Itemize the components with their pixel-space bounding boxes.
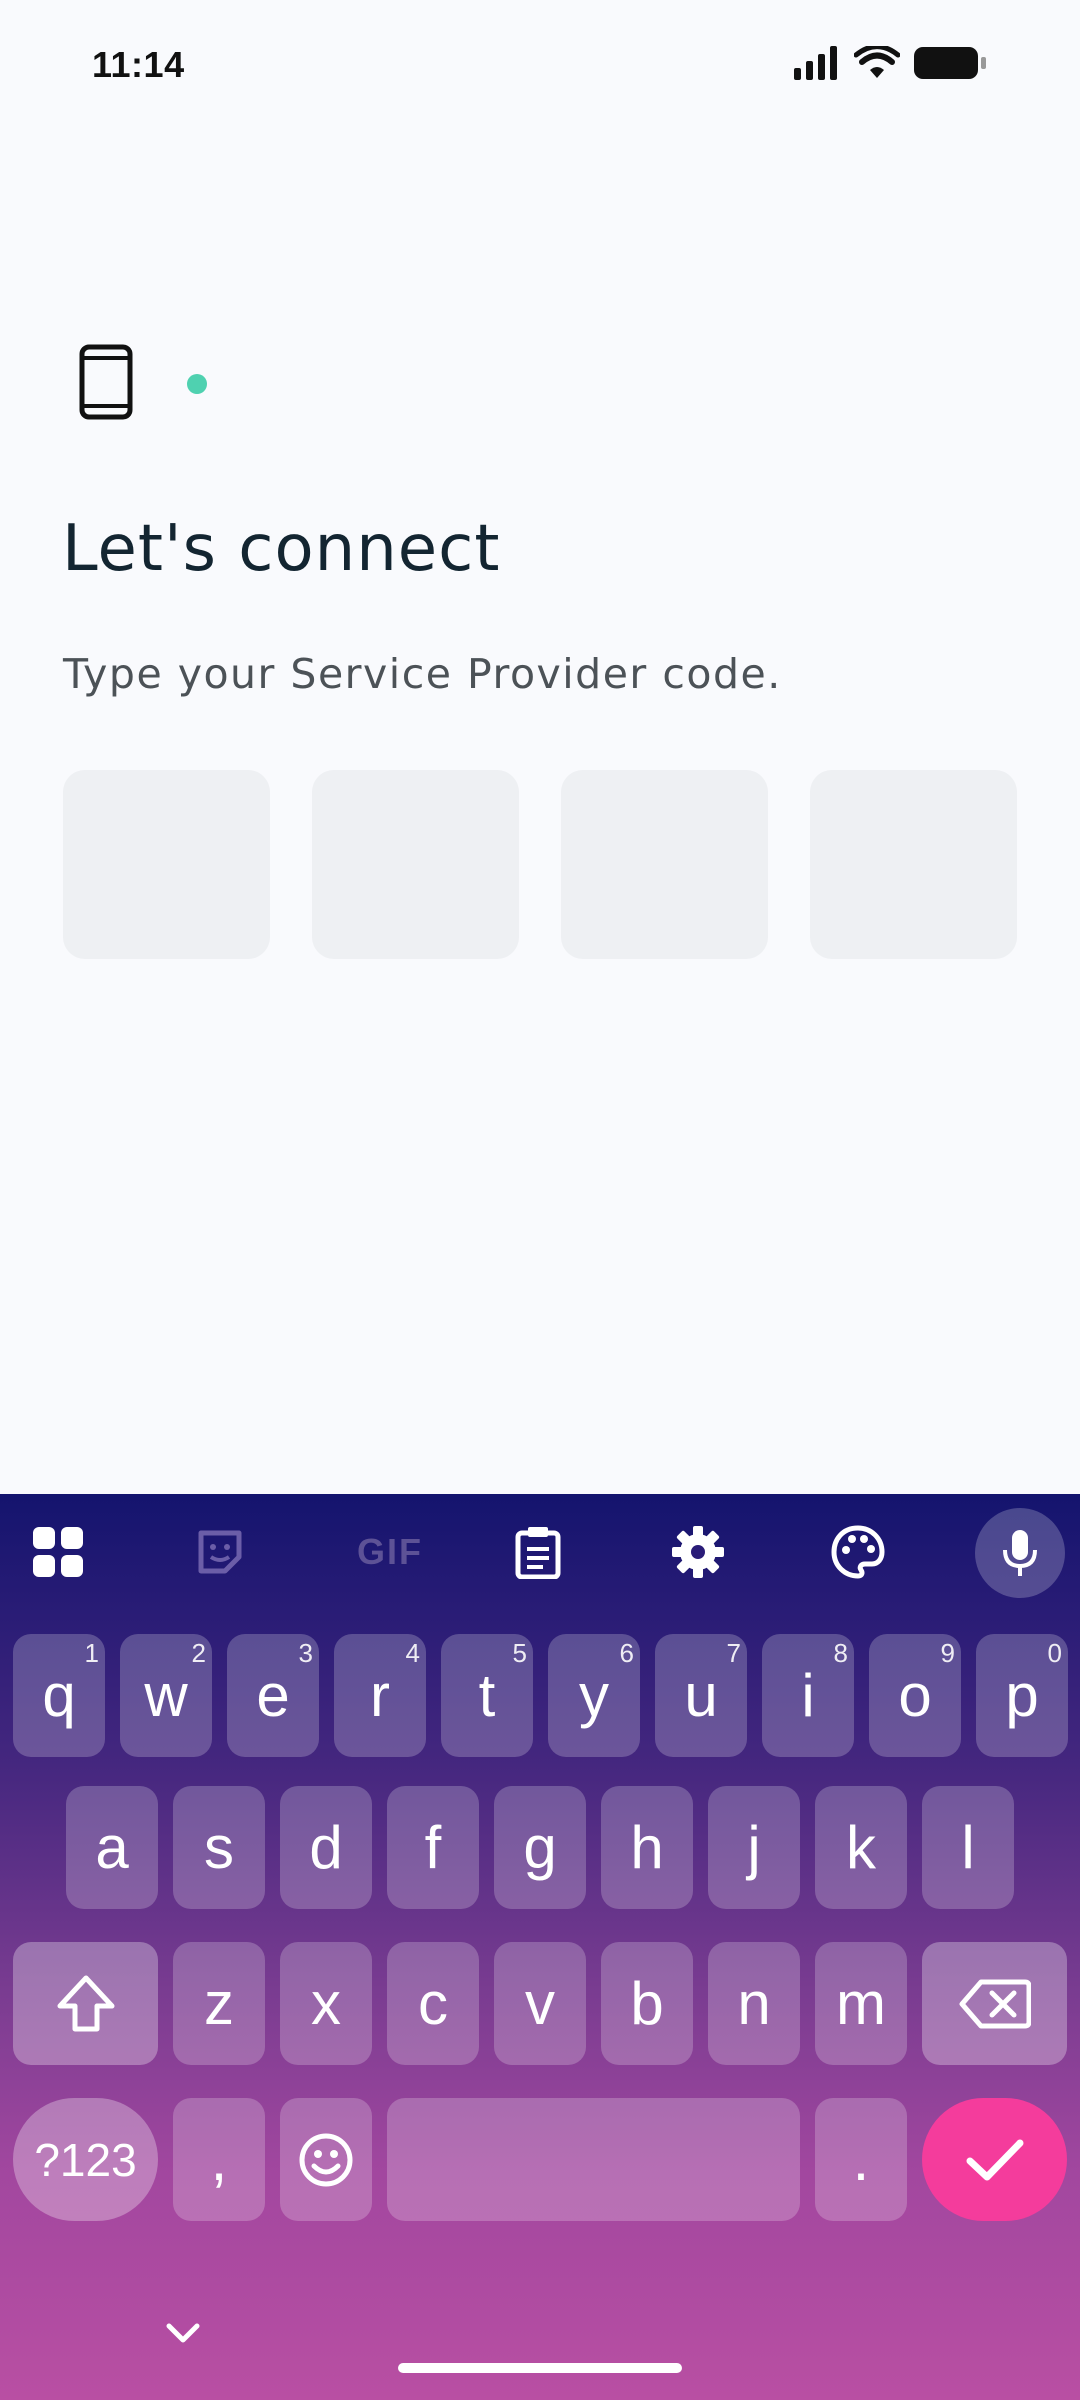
- code-digit-1[interactable]: [63, 770, 270, 959]
- symbols-key[interactable]: ?123: [13, 2098, 158, 2221]
- status-time: 11:14: [92, 44, 185, 85]
- key-q[interactable]: q1: [13, 1634, 105, 1757]
- key-c[interactable]: c: [387, 1942, 479, 2065]
- soft-keyboard: GIF q 1 w 2 e 3 r 4 t 5 y 6 u 7 i 8 o 9 …: [0, 1494, 1080, 2400]
- key-label: i: [801, 1662, 815, 1729]
- period-key[interactable]: .: [815, 2098, 907, 2221]
- gif-icon[interactable]: GIF: [340, 1512, 440, 1592]
- key-hint: 9: [940, 1638, 955, 1668]
- key-label: u: [684, 1662, 718, 1729]
- key-m[interactable]: m: [815, 1942, 907, 2065]
- key-hint: 2: [191, 1638, 206, 1668]
- page-title: Let's connect: [62, 512, 501, 586]
- key-a[interactable]: a: [66, 1786, 158, 1909]
- checkmark-icon: [966, 2139, 1023, 2180]
- key-label: p: [1005, 1662, 1039, 1729]
- key-label: t: [478, 1662, 496, 1729]
- gif-label: GIF: [357, 1531, 423, 1572]
- key-s[interactable]: s: [173, 1786, 265, 1909]
- key-y[interactable]: y6: [548, 1634, 640, 1757]
- shift-key[interactable]: [13, 1942, 158, 2065]
- key-x[interactable]: x: [280, 1942, 372, 2065]
- key-hint: 1: [84, 1638, 99, 1668]
- key-label: r: [370, 1662, 390, 1729]
- key-label: q: [42, 1662, 76, 1729]
- gear-icon[interactable]: [658, 1512, 738, 1592]
- key-r[interactable]: r4: [334, 1634, 426, 1757]
- key-p[interactable]: p0: [976, 1634, 1068, 1757]
- status-dot: [187, 374, 207, 394]
- key-hint: 7: [726, 1638, 741, 1668]
- backspace-key[interactable]: [922, 1942, 1067, 2065]
- keyboard-hide-chevron-icon[interactable]: [164, 2318, 202, 2348]
- keyboard-toolbar: GIF: [0, 1494, 1080, 1612]
- key-b[interactable]: b: [601, 1942, 693, 2065]
- code-digit-4[interactable]: [810, 770, 1017, 959]
- code-input-row: [63, 770, 1017, 959]
- key-u[interactable]: u7: [655, 1634, 747, 1757]
- key-l[interactable]: l: [922, 1786, 1014, 1909]
- key-label: y: [579, 1662, 609, 1729]
- key-n[interactable]: n: [708, 1942, 800, 2065]
- key-d[interactable]: d: [280, 1786, 372, 1909]
- code-digit-3[interactable]: [561, 770, 768, 959]
- wifi-icon: [854, 46, 900, 78]
- key-k[interactable]: k: [815, 1786, 907, 1909]
- key-label: e: [256, 1662, 290, 1729]
- key-h[interactable]: h: [601, 1786, 693, 1909]
- battery-icon: [914, 47, 986, 79]
- key-hint: 3: [298, 1638, 313, 1668]
- space-key[interactable]: [387, 2098, 800, 2221]
- clipboard-icon[interactable]: [498, 1512, 578, 1592]
- cellular-signal-icon: [794, 46, 837, 80]
- key-f[interactable]: f: [387, 1786, 479, 1909]
- key-e[interactable]: e3: [227, 1634, 319, 1757]
- key-hint: 8: [833, 1638, 848, 1668]
- palette-icon[interactable]: [818, 1512, 898, 1592]
- emoji-key[interactable]: [280, 2098, 372, 2221]
- apps-grid-icon[interactable]: [18, 1512, 98, 1592]
- backspace-icon: [959, 1979, 1031, 2028]
- key-j[interactable]: j: [708, 1786, 800, 1909]
- page-subtitle: Type your Service Provider code.: [63, 650, 782, 698]
- key-z[interactable]: z: [173, 1942, 265, 2065]
- status-bar: 11:14: [0, 0, 1080, 140]
- key-v[interactable]: v: [494, 1942, 586, 2065]
- key-hint: 4: [405, 1638, 420, 1668]
- key-o[interactable]: o9: [869, 1634, 961, 1757]
- status-icons: [794, 46, 988, 80]
- code-digit-2[interactable]: [312, 770, 519, 959]
- key-w[interactable]: w2: [120, 1634, 212, 1757]
- key-hint: 6: [619, 1638, 634, 1668]
- emoji-icon: [299, 2133, 353, 2186]
- comma-key[interactable]: ,: [173, 2098, 265, 2221]
- key-label: o: [898, 1662, 932, 1729]
- key-label: w: [144, 1662, 188, 1729]
- shift-icon: [57, 1975, 114, 2031]
- key-t[interactable]: t5: [441, 1634, 533, 1757]
- enter-key[interactable]: [922, 2098, 1067, 2221]
- smartphone-icon: [79, 344, 133, 420]
- sticker-icon[interactable]: [180, 1512, 260, 1592]
- mic-icon[interactable]: [975, 1508, 1065, 1598]
- key-hint: 0: [1047, 1638, 1062, 1668]
- key-hint: 5: [512, 1638, 527, 1668]
- key-g[interactable]: g: [494, 1786, 586, 1909]
- home-indicator[interactable]: [398, 2363, 682, 2373]
- key-i[interactable]: i8: [762, 1634, 854, 1757]
